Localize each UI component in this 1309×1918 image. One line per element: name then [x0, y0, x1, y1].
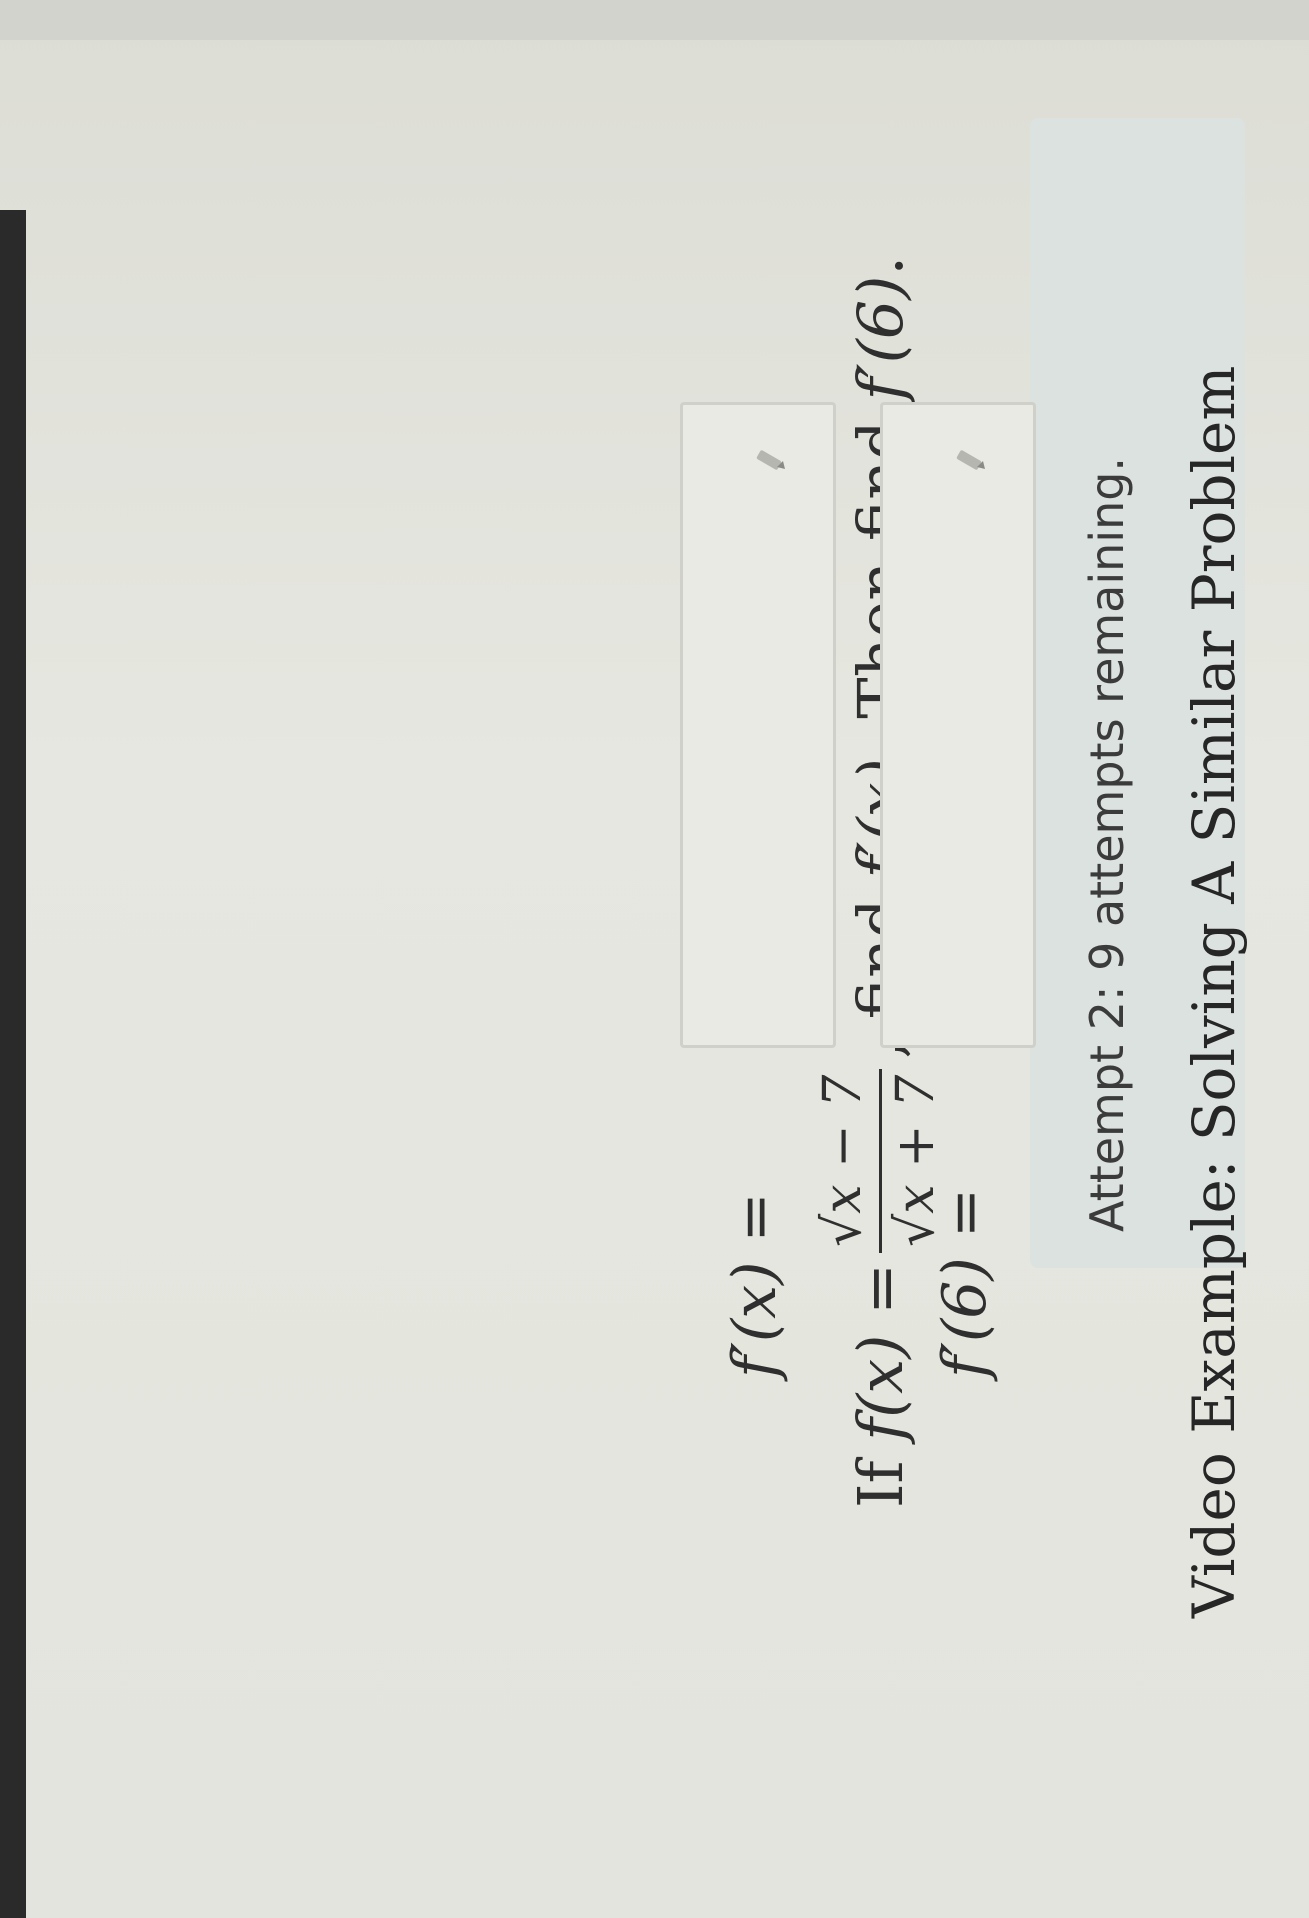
question-equals: = [843, 1262, 917, 1315]
question-derivative-at-6: f′(6) [843, 275, 917, 401]
question-function: f(x) [843, 1334, 917, 1441]
question-if: If [843, 1460, 917, 1508]
question-end: . [843, 255, 917, 276]
attempt-text: Attempt 2: 9 attempts remaining. [1080, 456, 1134, 1232]
pencil-icon[interactable] [753, 435, 793, 475]
video-example-link[interactable]: Video Example: Solving A Similar Problem [1180, 366, 1248, 1618]
answer-row-derivative-at-6: f′(6) = [930, 1188, 1000, 1378]
derivative-answer-input[interactable] [680, 402, 836, 1048]
question-fraction: √x − 7 √x + 7 [813, 1068, 946, 1253]
answer-label-derivative: f′(x) = [720, 1192, 790, 1378]
derivative-at-6-answer-input[interactable] [880, 402, 1036, 1048]
answer-row-derivative: f′(x) = [720, 1192, 790, 1378]
answer-label-derivative-at-6: f′(6) = [930, 1187, 1000, 1378]
pencil-icon[interactable] [953, 435, 993, 475]
rotated-content: Attempt 2: 9 attempts remaining. If f(x)… [0, 0, 1309, 1918]
fraction-numerator: √x − 7 [813, 1074, 874, 1247]
